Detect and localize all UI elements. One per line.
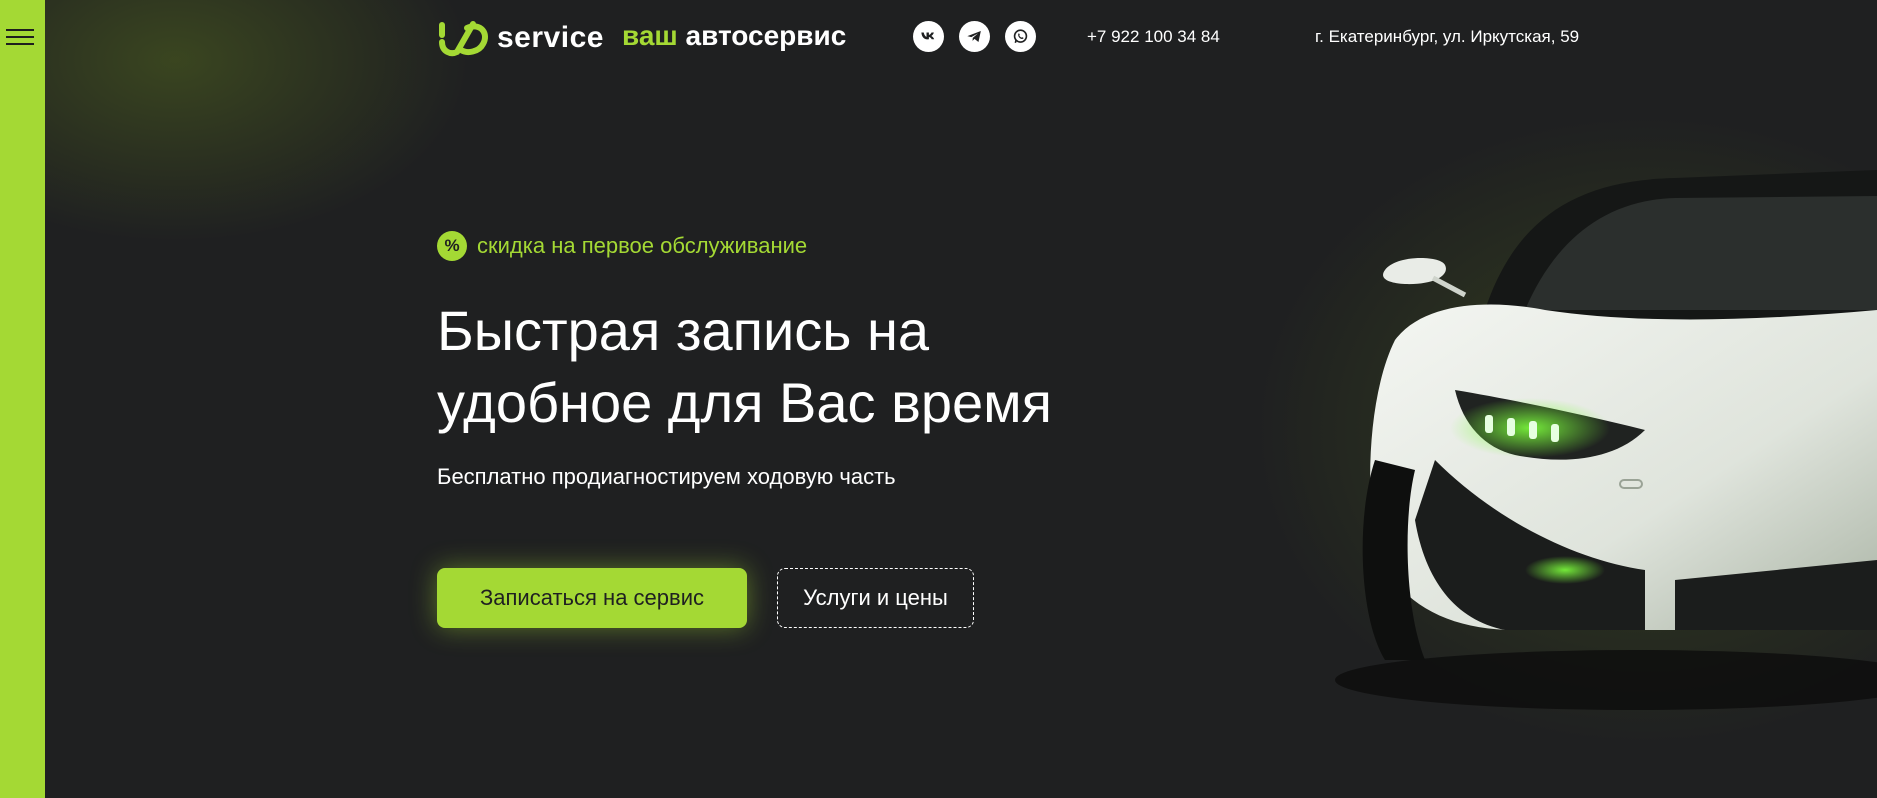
- tagline-rest: автосервис: [685, 20, 847, 51]
- title-line-2: удобное для Вас время: [437, 371, 1052, 434]
- vk-glyph: [921, 32, 935, 40]
- telegram-glyph: [967, 30, 981, 43]
- sidebar: [0, 0, 45, 798]
- brand-logo-mark-icon: [439, 21, 488, 57]
- burger-line: [6, 29, 34, 31]
- whatsapp-icon[interactable]: [1005, 21, 1036, 52]
- services-prices-button[interactable]: Услуги и цены: [777, 568, 974, 628]
- logo-service-text: service: [497, 21, 604, 54]
- percent-icon: %: [437, 231, 467, 261]
- promo-text: скидка на первое обслуживание: [477, 233, 808, 258]
- hero-section: service ваш автосервис +7 922 100 34 84 …: [45, 0, 1877, 798]
- page-title: Быстрая запись на удобное для Вас время: [437, 295, 1137, 439]
- hamburger-menu-icon[interactable]: [6, 26, 34, 48]
- telegram-icon[interactable]: [959, 21, 990, 52]
- book-service-button[interactable]: Записаться на сервис: [437, 568, 747, 628]
- burger-line: [6, 43, 34, 45]
- whatsapp-glyph: [1013, 29, 1028, 44]
- burger-line: [6, 36, 34, 38]
- white-sports-car-image: [1335, 170, 1877, 710]
- address-text: г. Екатеринбург, ул. Иркутская, 59: [1315, 27, 1580, 46]
- promo-badge: % скидка на первое обслуживание: [437, 231, 807, 261]
- page-subtitle: Бесплатно продиагностируем ходовую часть: [437, 464, 896, 489]
- tagline-accent: ваш: [622, 20, 678, 51]
- phone-link[interactable]: +7 922 100 34 84: [1087, 27, 1220, 47]
- tagline: ваш автосервис: [622, 20, 846, 52]
- social-links: [913, 21, 1036, 52]
- title-line-1: Быстрая запись на: [437, 299, 930, 362]
- vk-icon[interactable]: [913, 21, 944, 52]
- brand-logo[interactable]: service: [437, 18, 604, 58]
